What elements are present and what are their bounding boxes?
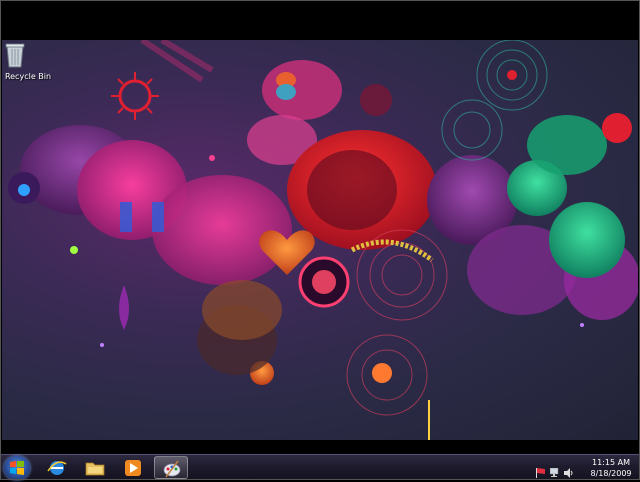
taskbar: 11:15 AM 8/18/2009: [0, 454, 640, 480]
windows-logo-icon: [10, 461, 24, 475]
start-button[interactable]: [4, 456, 30, 480]
network-icon[interactable]: [549, 463, 560, 482]
top-black-band: [0, 0, 640, 40]
taskbar-internet-explorer-button[interactable]: [40, 456, 74, 479]
folder-icon: [85, 462, 105, 476]
action-center-flag-icon[interactable]: [536, 463, 545, 482]
system-tray: 11:15 AM 8/18/2009: [536, 455, 636, 481]
desktop-icon-recycle-bin[interactable]: Recycle Bin: [4, 42, 52, 88]
bottom-black-band: [0, 440, 640, 454]
taskbar-media-player-button[interactable]: [116, 456, 150, 479]
desktop-screen: Recycle Bin 11:15 AM 8/18/2009: [0, 0, 640, 480]
media-player-icon: [125, 460, 141, 476]
desktop-icon-label: Recycle Bin: [4, 72, 52, 81]
clock[interactable]: 11:15 AM 8/18/2009: [588, 457, 634, 479]
taskbar-paint-button[interactable]: [154, 456, 188, 479]
paint-icon: [163, 460, 181, 478]
clock-date: 8/18/2009: [590, 469, 632, 478]
taskbar-explorer-button[interactable]: [78, 456, 112, 479]
internet-explorer-icon: [47, 461, 67, 475]
desktop-wallpaper[interactable]: Recycle Bin: [2, 40, 638, 440]
wallpaper-artwork: [8, 40, 638, 440]
recycle-bin-icon: [5, 43, 39, 70]
clock-time: 11:15 AM: [592, 458, 630, 467]
volume-icon[interactable]: [564, 463, 574, 482]
